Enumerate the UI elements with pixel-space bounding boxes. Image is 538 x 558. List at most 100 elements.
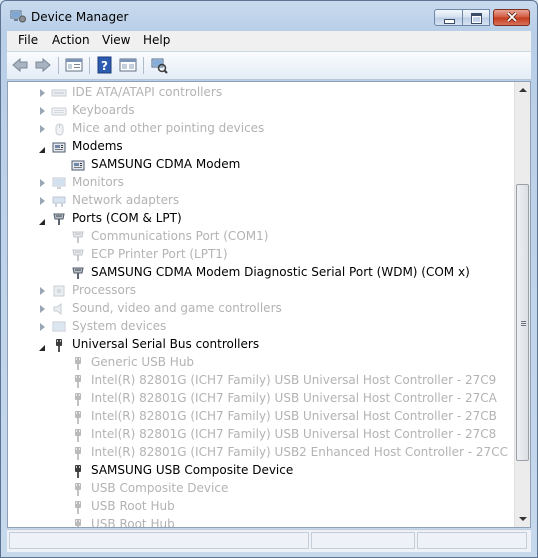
tree-node-label: Intel(R) 82801G (ICH7 Family) USB2 Enhan… — [91, 445, 508, 459]
collapsed-triangle-icon[interactable] — [40, 179, 45, 187]
status-pane — [311, 532, 415, 549]
minimize-button[interactable] — [434, 9, 463, 26]
collapsed-triangle-icon[interactable] — [40, 323, 45, 331]
status-pane — [9, 532, 309, 549]
properties-icon[interactable] — [119, 56, 137, 74]
collapsed-triangle-icon[interactable] — [40, 107, 45, 115]
tree-node-label: Sound, video and game controllers — [72, 301, 282, 315]
expanded-triangle-icon[interactable] — [39, 345, 45, 351]
tree-node[interactable]: SAMSUNG USB Composite Device — [8, 462, 513, 480]
forward-arrow-icon[interactable] — [34, 56, 52, 74]
tree-node-label: System devices — [72, 319, 167, 333]
tree-node[interactable]: Communications Port (COM1) — [8, 228, 513, 246]
tree-node-label: USB Root Hub — [91, 517, 175, 528]
tree-node-label: Monitors — [72, 175, 124, 189]
menu-file[interactable]: File — [18, 33, 38, 47]
tree-node-label: Network adapters — [72, 193, 180, 207]
ide-controller-icon — [51, 85, 67, 101]
tree-node-label: Mice and other pointing devices — [72, 121, 265, 135]
tree-node[interactable]: USB Composite Device — [8, 480, 513, 498]
tree-node[interactable]: Intel(R) 82801G (ICH7 Family) USB Univer… — [8, 372, 513, 390]
tree-node[interactable]: Sound, video and game controllers — [8, 300, 513, 318]
tree-node[interactable]: Network adapters — [8, 192, 513, 210]
collapsed-triangle-icon[interactable] — [40, 287, 45, 295]
sound-icon — [51, 301, 67, 317]
tree-node[interactable]: Ports (COM & LPT) — [8, 210, 513, 228]
port-icon — [70, 247, 86, 263]
tree-node[interactable]: SAMSUNG CDMA Modem Diagnostic Serial Por… — [8, 264, 513, 282]
collapsed-triangle-icon[interactable] — [40, 305, 45, 313]
tree-node[interactable]: Keyboards — [8, 102, 513, 120]
tree-node-label: Ports (COM & LPT) — [72, 211, 182, 225]
tree-node[interactable]: USB Root Hub — [8, 498, 513, 516]
usb-icon — [70, 445, 86, 461]
network-adapter-icon — [51, 193, 67, 209]
usb-icon — [70, 481, 86, 497]
modem-icon — [70, 157, 86, 173]
expanded-triangle-icon[interactable] — [39, 147, 45, 153]
tree-node[interactable]: Intel(R) 82801G (ICH7 Family) USB Univer… — [8, 408, 513, 426]
tree-node[interactable]: USB Root Hub — [8, 516, 513, 528]
tree-node[interactable]: Monitors — [8, 174, 513, 192]
tree-node-label: IDE ATA/ATAPI controllers — [72, 85, 223, 99]
usb-icon — [70, 373, 86, 389]
system-device-icon — [51, 319, 67, 335]
tree-node-label: USB Root Hub — [91, 499, 175, 513]
tree-node-label: Intel(R) 82801G (ICH7 Family) USB Univer… — [91, 391, 497, 405]
device-tree: IDE ATA/ATAPI controllers Keyboards Mice a… — [7, 81, 531, 528]
tree-node-label: Keyboards — [72, 103, 135, 117]
mouse-icon — [51, 121, 67, 137]
tree-node-label: SAMSUNG USB Composite Device — [91, 463, 294, 477]
thumb-grip — [521, 321, 526, 322]
scrollbar-thumb[interactable] — [516, 184, 529, 461]
tree-node[interactable]: Generic USB Hub — [8, 354, 513, 372]
tree-node-label: Intel(R) 82801G (ICH7 Family) USB Univer… — [91, 427, 497, 441]
tree-node[interactable]: Mice and other pointing devices — [8, 120, 513, 138]
collapsed-triangle-icon[interactable] — [40, 89, 45, 97]
scan-hardware-icon[interactable] — [150, 56, 168, 74]
tree-node[interactable]: Intel(R) 82801G (ICH7 Family) USB2 Enhan… — [8, 444, 513, 462]
tree-node-label: SAMSUNG CDMA Modem Diagnostic Serial Por… — [91, 265, 470, 279]
back-arrow-icon[interactable] — [11, 56, 29, 74]
tree-node[interactable]: Modems — [8, 138, 513, 156]
console-tree-icon[interactable] — [65, 56, 83, 74]
toolbar: ? — [7, 52, 531, 80]
tree-node[interactable]: Universal Serial Bus controllers — [8, 336, 513, 354]
usb-icon — [70, 463, 86, 479]
tree-node-label: SAMSUNG CDMA Modem — [91, 157, 241, 171]
usb-icon — [51, 337, 67, 353]
collapsed-triangle-icon[interactable] — [40, 197, 45, 205]
title-bar[interactable]: Device Manager — [1, 1, 537, 31]
collapsed-triangle-icon[interactable] — [40, 125, 45, 133]
tree-node[interactable]: Intel(R) 82801G (ICH7 Family) USB Univer… — [8, 426, 513, 444]
tree-node[interactable]: System devices — [8, 318, 513, 336]
tree-node-label: Processors — [72, 283, 137, 297]
svg-text:?: ? — [101, 59, 108, 73]
expanded-triangle-icon[interactable] — [39, 219, 45, 225]
keyboard-icon — [51, 103, 67, 119]
thumb-grip — [521, 323, 526, 324]
toolbar-separator — [58, 57, 59, 74]
tree-node[interactable]: ECP Printer Port (LPT1) — [8, 246, 513, 264]
tree-node[interactable]: Intel(R) 82801G (ICH7 Family) USB Univer… — [8, 390, 513, 408]
tree-node[interactable]: SAMSUNG CDMA Modem — [8, 156, 513, 174]
menu-view[interactable]: View — [102, 33, 130, 47]
tree-node-label: USB Composite Device — [91, 481, 229, 495]
tree-node[interactable]: Processors — [8, 282, 513, 300]
tree-node-label: Generic USB Hub — [91, 355, 195, 369]
scroll-down-arrow-icon[interactable] — [515, 510, 531, 527]
tree-node-label: ECP Printer Port (LPT1) — [91, 247, 228, 261]
maximize-icon — [471, 13, 482, 24]
maximize-button[interactable] — [462, 9, 490, 26]
tree-node-label: Communications Port (COM1) — [91, 229, 269, 243]
vertical-scrollbar[interactable] — [514, 82, 531, 527]
menu-action[interactable]: Action — [52, 33, 90, 47]
usb-icon — [70, 409, 86, 425]
close-button[interactable] — [493, 9, 530, 26]
device-manager-app-icon — [10, 10, 26, 23]
menu-help[interactable]: Help — [143, 33, 170, 47]
port-icon — [70, 265, 86, 281]
tree-node[interactable]: IDE ATA/ATAPI controllers — [8, 84, 513, 102]
scroll-up-arrow-icon[interactable] — [515, 82, 531, 99]
help-icon[interactable]: ? — [96, 56, 114, 74]
